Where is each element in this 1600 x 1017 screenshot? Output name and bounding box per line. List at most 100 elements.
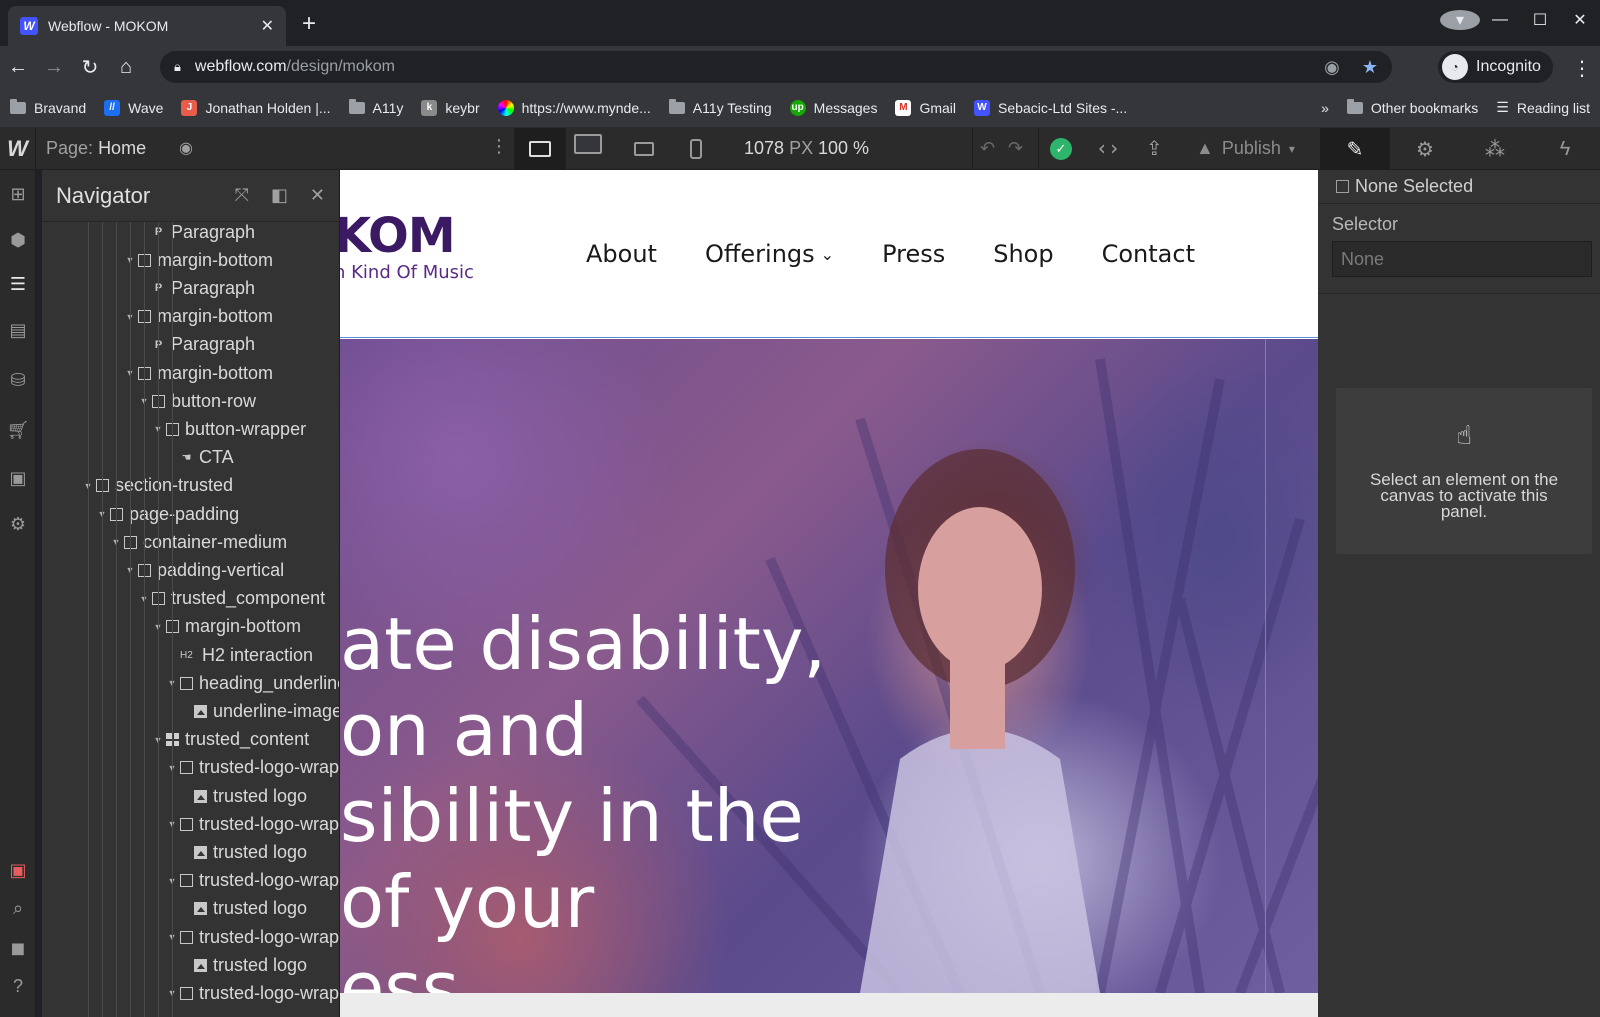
drops-icon: ⁂	[1485, 138, 1505, 161]
minimize-button[interactable]: —	[1480, 11, 1520, 29]
breakpoint-desktop-button[interactable]	[514, 128, 566, 170]
navigator-item[interactable]: ▼trusted_component	[138, 585, 326, 613]
page-selector[interactable]: Page: Home	[46, 138, 146, 159]
navigator-item[interactable]: PParagraph	[138, 274, 255, 302]
breakpoint-landscape-button[interactable]	[618, 128, 670, 170]
profile-menu-icon[interactable]: ▾	[1440, 10, 1480, 30]
settings-panel-tab[interactable]: ⚙	[1390, 128, 1460, 170]
bookmark-star-icon[interactable]: ★	[1362, 57, 1378, 78]
selector-input[interactable]: None	[1332, 241, 1592, 277]
navigator-item[interactable]: ▼page-padding	[96, 500, 240, 528]
nav-link-press[interactable]: Press	[882, 240, 945, 268]
navigator-item[interactable]: ▼trusted-logo-wrapper	[166, 810, 339, 838]
navigator-item[interactable]: trusted logo	[180, 782, 307, 810]
navigator-item[interactable]: ▼button-row	[138, 387, 257, 415]
navigator-item[interactable]: PParagraph	[138, 222, 255, 246]
browser-menu-icon[interactable]: ⋮	[1572, 56, 1592, 81]
webflow-logo-icon[interactable]: W	[0, 128, 36, 170]
interactions-tab[interactable]: ϟ	[1530, 128, 1600, 170]
redo-icon[interactable]: ↷	[1008, 138, 1023, 159]
tab-close-icon[interactable]: ✕	[261, 16, 274, 36]
bookmark-a11y[interactable]: A11y	[348, 98, 403, 116]
breakpoint-phone-button[interactable]	[670, 128, 722, 170]
preview-eye-icon[interactable]: ◉	[172, 134, 200, 162]
assets-icon[interactable]: ▣	[4, 464, 32, 492]
search-icon[interactable]: ⌕	[4, 894, 32, 922]
navigator-item[interactable]: ▼margin-bottom	[124, 303, 274, 331]
collapse-all-icon[interactable]: ⤧	[234, 185, 248, 206]
audit-icon[interactable]: ▣	[4, 856, 32, 884]
navigator-item[interactable]: trusted logo	[180, 951, 307, 979]
back-button[interactable]: ←	[0, 56, 36, 79]
undo-icon[interactable]: ↶	[980, 138, 995, 159]
share-icon[interactable]: ⇪	[1146, 136, 1163, 161]
navigator-item[interactable]: ▼container-medium	[110, 528, 288, 556]
dock-panel-icon[interactable]: ◧	[271, 185, 288, 206]
navigator-item[interactable]: trusted logo	[180, 895, 307, 923]
more-options-icon[interactable]: ⋮	[490, 136, 508, 157]
design-canvas[interactable]: KOM n Kind Of Music About Offerings ⌄ Pre…	[340, 170, 1318, 1017]
home-button[interactable]: ⌂	[108, 56, 144, 79]
style-manager-tab[interactable]: ⁂	[1460, 128, 1530, 170]
new-tab-button[interactable]: +	[302, 12, 316, 36]
publish-button[interactable]: ▲ Publish ▾	[1196, 138, 1295, 159]
nav-link-contact[interactable]: Contact	[1102, 240, 1195, 268]
close-window-button[interactable]: ✕	[1560, 10, 1600, 30]
ecommerce-cart-icon[interactable]: 🛒︎	[4, 416, 32, 444]
site-header[interactable]: KOM n Kind Of Music About Offerings ⌄ Pre…	[340, 170, 1318, 338]
navigator-item[interactable]: ☚ CTA	[166, 444, 234, 472]
other-bookmarks[interactable]: Other bookmarks	[1346, 98, 1478, 116]
forward-button[interactable]: →	[36, 56, 72, 79]
nav-link-about[interactable]: About	[586, 240, 657, 268]
navigator-item[interactable]: ▼trusted-logo-wrapper	[166, 979, 339, 1007]
navigator-item[interactable]: ▼trusted_content	[152, 726, 310, 754]
maximize-button[interactable]: ☐	[1520, 10, 1560, 30]
bookmark-keybr[interactable]: k keybr	[421, 99, 480, 116]
bookmark-myndex[interactable]: https://www.mynde...	[497, 99, 651, 116]
bookmarks-overflow-button[interactable]: »	[1321, 100, 1329, 116]
navigator-item[interactable]: ▼button-wrapper	[152, 415, 307, 443]
navigator-item[interactable]: ▼margin-bottom	[124, 246, 274, 274]
video-tutorials-icon[interactable]: ◼	[4, 934, 32, 962]
tracking-blocked-icon[interactable]: ◉	[1324, 57, 1340, 78]
navigator-item[interactable]: ▼trusted-logo-wrapper	[166, 867, 339, 895]
bookmark-bravand[interactable]: Bravand	[10, 98, 86, 116]
navigator-item[interactable]: ▼margin-bottom	[152, 613, 302, 641]
code-export-icon[interactable]: ‹›	[1096, 136, 1120, 160]
pages-icon[interactable]: ▤	[4, 316, 32, 344]
help-icon[interactable]: ?	[4, 972, 32, 1000]
bookmark-sebacic[interactable]: W Sebacic-Ltd Sites -...	[974, 99, 1127, 116]
style-panel-tab[interactable]: ✎	[1320, 128, 1390, 170]
navigator-item[interactable]: ▼margin-bottom	[124, 359, 274, 387]
browser-tab[interactable]: W Webflow - MOKOM ✕	[8, 6, 286, 46]
navigator-icon[interactable]: ☰	[4, 270, 32, 298]
navigator-item[interactable]: ▼trusted-logo-wrapper	[166, 754, 339, 782]
navigator-item[interactable]: PParagraph	[138, 331, 255, 359]
bookmark-wave[interactable]: // Wave	[104, 99, 163, 116]
reading-list[interactable]: ☰ Reading list	[1496, 99, 1590, 116]
navigator-item[interactable]: ▼heading_underline	[166, 669, 339, 697]
navigator-item[interactable]: ▼trusted-logo-wrapper	[166, 923, 339, 951]
add-panel-icon[interactable]: ⊞	[4, 180, 32, 208]
navigator-item[interactable]: ▼padding-vertical	[124, 556, 285, 584]
brand-logo[interactable]: KOM n Kind Of Music	[340, 210, 474, 283]
hero-section[interactable]: ate disability, on and sibility in the o…	[340, 339, 1318, 993]
symbols-cube-icon[interactable]: ⬢	[4, 226, 32, 254]
bookmark-jonathan-holden[interactable]: J Jonathan Holden |...	[181, 99, 331, 116]
close-icon[interactable]: ✕	[310, 185, 325, 206]
bookmark-a11y-testing[interactable]: A11y Testing	[668, 98, 772, 116]
address-bar[interactable]: 🔒︎ webflow.com/design/mokom ◉ ★	[160, 51, 1392, 83]
reload-button[interactable]: ↻	[72, 55, 108, 80]
browser-toolbar: ← → ↻ ⌂ 🔒︎ webflow.com/design/mokom ◉ ★ …	[0, 46, 1600, 88]
incognito-profile[interactable]: ◔ Incognito	[1438, 51, 1553, 83]
nav-link-offerings[interactable]: Offerings ⌄	[705, 240, 834, 268]
nav-link-shop[interactable]: Shop	[993, 240, 1053, 268]
cms-database-icon[interactable]: ⛁	[4, 366, 32, 394]
bookmark-gmail[interactable]: M Gmail	[895, 99, 956, 116]
breakpoint-tablet-button[interactable]	[566, 128, 618, 170]
settings-gear-icon[interactable]: ⚙	[4, 510, 32, 538]
navigator-item[interactable]: underline-image	[180, 697, 339, 725]
navigator-item[interactable]: H2 H2 interaction	[166, 641, 313, 669]
bookmark-messages[interactable]: up Messages	[789, 99, 877, 116]
navigator-item[interactable]: trusted logo	[180, 838, 307, 866]
